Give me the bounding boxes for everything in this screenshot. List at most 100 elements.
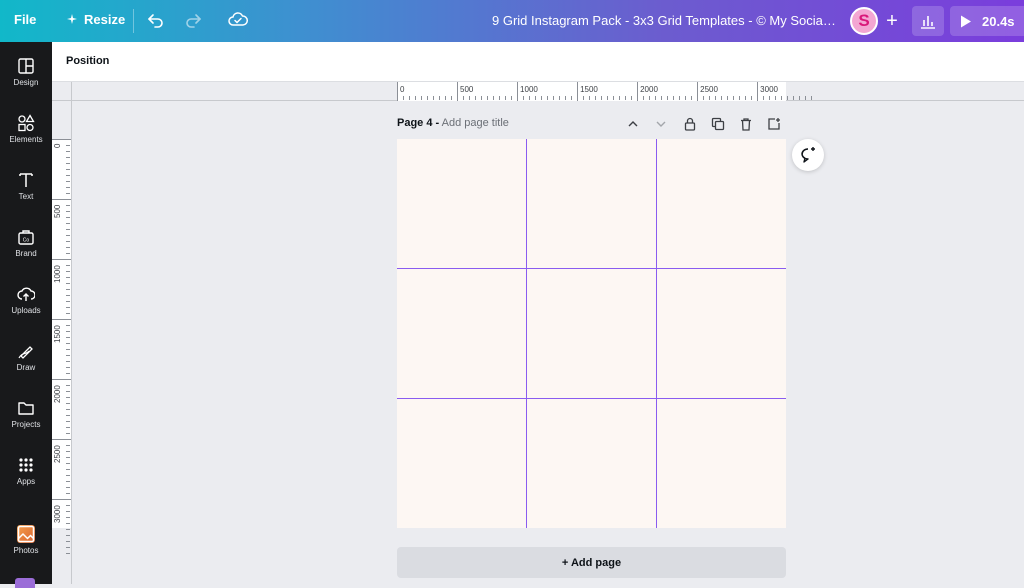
- ruler-major-tick: [52, 319, 71, 321]
- sidebar-item-design[interactable]: Design: [0, 46, 52, 98]
- grid-guide-horizontal: [397, 398, 786, 399]
- ruler-minor-tick: [66, 541, 70, 543]
- ruler-minor-tick: [571, 96, 573, 100]
- resize-button[interactable]: Resize: [66, 12, 125, 27]
- ruler-minor-tick: [403, 96, 404, 100]
- ruler-minor-tick: [529, 96, 531, 100]
- lock-icon: [684, 117, 696, 131]
- ruler-minor-tick: [66, 337, 70, 339]
- add-page-button[interactable]: + Add page: [397, 547, 786, 578]
- add-page-icon-button[interactable]: [766, 116, 782, 132]
- apps-grid-icon: [19, 458, 33, 472]
- file-menu-button[interactable]: File: [14, 12, 36, 27]
- ruler-label: 500: [53, 204, 62, 219]
- sidebar-item-projects[interactable]: Projects: [0, 388, 52, 440]
- add-comment-button[interactable]: [792, 139, 824, 171]
- sidebar-item-draw[interactable]: Draw: [0, 331, 52, 383]
- sidebar-item-photos[interactable]: Photos: [0, 514, 52, 566]
- sidebar-item-label: Photos: [13, 546, 39, 555]
- duplicate-icon: [711, 117, 725, 131]
- sidebar-item-apps[interactable]: Apps: [0, 445, 52, 497]
- ruler-minor-tick: [66, 553, 70, 555]
- ruler-minor-tick: [66, 295, 70, 297]
- ruler-minor-tick: [655, 96, 657, 100]
- ruler-label: 3000: [760, 85, 778, 94]
- ruler-minor-tick: [66, 253, 70, 255]
- delete-page-button[interactable]: [738, 116, 754, 132]
- sidebar-item-uploads[interactable]: Uploads: [0, 274, 52, 326]
- text-icon: [19, 173, 33, 187]
- sidebar-item-label: Brand: [15, 249, 37, 258]
- bar-chart-icon: [921, 16, 935, 29]
- ruler-minor-tick: [787, 96, 789, 100]
- add-page-label: + Add page: [561, 556, 622, 569]
- redo-button[interactable]: [184, 11, 202, 34]
- grid-guide-vertical: [526, 139, 527, 528]
- present-duration: 20.4s: [982, 13, 1015, 29]
- ruler-major-tick: [517, 82, 519, 101]
- page-header: Page 4 - Add page title: [397, 117, 509, 129]
- ruler-minor-tick: [66, 409, 70, 411]
- sidebar-next-app-icon[interactable]: [15, 578, 35, 588]
- ruler-label: 1500: [53, 325, 62, 344]
- duplicate-page-button[interactable]: [710, 116, 726, 132]
- ruler-minor-tick: [66, 535, 70, 537]
- ruler-major-tick: [52, 439, 71, 441]
- ruler-minor-tick: [679, 96, 681, 100]
- sidebar-item-text[interactable]: Text: [0, 160, 52, 212]
- ruler-major-tick: [52, 379, 71, 381]
- ruler-minor-tick: [649, 96, 651, 100]
- position-button[interactable]: Position: [66, 55, 109, 67]
- ruler-minor-tick: [409, 96, 410, 100]
- share-add-button[interactable]: +: [878, 7, 906, 35]
- insights-button[interactable]: [912, 6, 944, 36]
- ruler-minor-tick: [66, 187, 70, 189]
- ruler-minor-tick: [66, 289, 70, 291]
- ruler-minor-tick: [745, 96, 747, 100]
- move-page-up-button[interactable]: [625, 116, 641, 132]
- ruler-minor-tick: [667, 96, 669, 100]
- ruler-minor-tick: [66, 433, 70, 435]
- present-button[interactable]: 20.4s: [950, 6, 1024, 36]
- ruler-minor-tick: [66, 247, 70, 249]
- pen-icon: [18, 346, 33, 359]
- design-page[interactable]: [397, 139, 786, 528]
- lock-page-button[interactable]: [682, 116, 698, 132]
- ruler-minor-tick: [547, 96, 549, 100]
- ruler-minor-tick: [463, 96, 465, 100]
- undo-button[interactable]: [147, 11, 165, 34]
- ruler-minor-tick: [66, 145, 70, 146]
- ruler-minor-tick: [66, 229, 70, 231]
- ruler-minor-tick: [66, 493, 70, 495]
- ruler-minor-tick: [631, 96, 633, 100]
- ruler-minor-tick: [553, 96, 555, 100]
- page-title-input[interactable]: Add page title: [442, 117, 509, 129]
- ruler-major-tick: [52, 499, 71, 501]
- ruler-minor-tick: [565, 96, 567, 100]
- ruler-minor-tick: [66, 175, 70, 177]
- document-title[interactable]: 9 Grid Instagram Pack - 3x3 Grid Templat…: [492, 13, 837, 28]
- ruler-minor-tick: [541, 96, 543, 100]
- ruler-minor-tick: [66, 205, 70, 207]
- vertical-ruler[interactable]: 0 500 1000 1500 2000 2500 3000: [52, 101, 72, 584]
- grid-guide-vertical: [656, 139, 657, 528]
- sidebar-item-brand[interactable]: Co Brand: [0, 217, 52, 269]
- ruler-minor-tick: [66, 157, 70, 158]
- ruler-minor-tick: [66, 547, 70, 549]
- ruler-minor-tick: [66, 331, 70, 333]
- save-status-button[interactable]: [228, 11, 248, 34]
- horizontal-ruler[interactable]: 0 500 1000 1500 2000 2500 3000: [72, 82, 1024, 101]
- ruler-major-tick: [457, 82, 459, 101]
- ruler-minor-tick: [535, 96, 537, 100]
- move-page-down-button[interactable]: [653, 116, 669, 132]
- user-avatar[interactable]: S: [850, 7, 878, 35]
- ruler-minor-tick: [799, 96, 801, 100]
- ruler-minor-tick: [66, 517, 70, 519]
- ruler-minor-tick: [66, 451, 70, 453]
- ruler-minor-tick: [733, 96, 735, 100]
- ruler-major-tick: [397, 82, 398, 101]
- ruler-minor-tick: [661, 96, 663, 100]
- ruler-minor-tick: [559, 96, 561, 100]
- sidebar-item-elements[interactable]: Elements: [0, 103, 52, 155]
- ruler-minor-tick: [66, 385, 70, 387]
